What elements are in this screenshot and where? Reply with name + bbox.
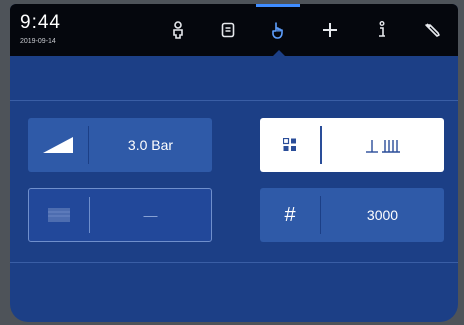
mode-selector-button[interactable] (260, 118, 444, 172)
pressure-button[interactable]: 3.0 Bar (28, 118, 212, 172)
pressure-icon-area (28, 118, 88, 172)
disabled-setting-button[interactable]: — (28, 188, 212, 242)
disabled-setting-value: — (143, 207, 158, 223)
ramp-icon (43, 137, 73, 153)
clock-time: 9:44 (20, 12, 61, 33)
divider-top (10, 100, 458, 101)
tab-manual[interactable] (258, 4, 298, 56)
tab-add[interactable] (310, 4, 350, 56)
pins-icon (366, 140, 400, 153)
disabled-icon-area (29, 189, 89, 241)
document-icon (221, 22, 235, 38)
pressure-value: 3.0 Bar (127, 137, 174, 153)
tab-documents[interactable] (208, 4, 248, 56)
touch-screen: 9:44 2019-09-14 3.0 Bar — # 3000 (10, 4, 458, 322)
active-tab-notch (273, 50, 285, 56)
tab-settings[interactable] (412, 4, 452, 56)
tab-info[interactable] (362, 4, 402, 56)
hand-touch-icon (272, 22, 283, 39)
top-bar: 9:44 2019-09-14 (10, 4, 458, 56)
person-icon (173, 21, 183, 39)
tab-operator[interactable] (158, 4, 198, 56)
divider-bottom (10, 262, 458, 263)
mode-icon-area (260, 118, 320, 172)
count-button[interactable]: # 3000 (260, 188, 444, 242)
count-value: 3000 (366, 207, 399, 223)
mode-icon-right (322, 118, 444, 172)
plus-icon (323, 23, 337, 37)
info-icon (379, 21, 385, 37)
grid-icon (283, 138, 296, 151)
wrench-icon (425, 23, 440, 37)
count-icon-area: # (260, 188, 320, 242)
hash-icon: # (284, 203, 296, 226)
fabric-icon (48, 208, 70, 222)
clock-date: 2019-09-14 (20, 38, 56, 45)
